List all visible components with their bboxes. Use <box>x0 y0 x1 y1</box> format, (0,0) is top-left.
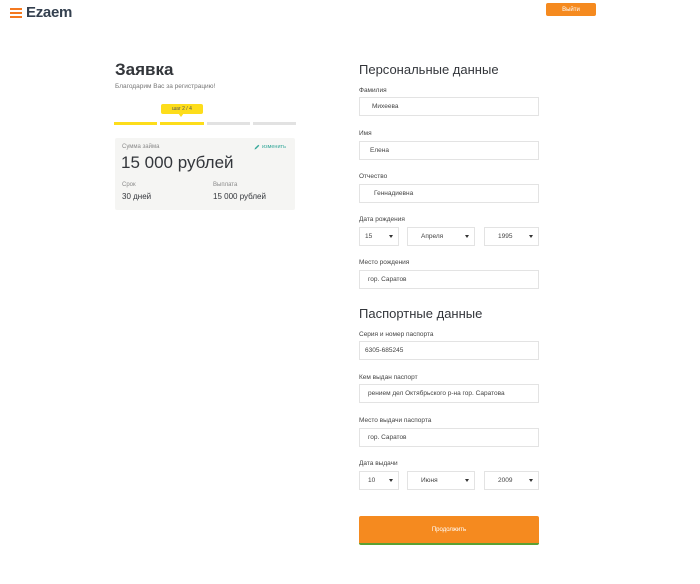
logout-button[interactable]: Выйти <box>546 3 596 16</box>
issue-year-select[interactable]: 2009 <box>484 471 539 490</box>
birth-place-field[interactable]: гор. Саратов <box>359 270 539 289</box>
passport-number-label: Серия и номер паспорта <box>359 331 434 338</box>
birth-day-value: 15 <box>365 233 373 240</box>
logo-icon <box>10 7 22 18</box>
birth-day-select[interactable]: 15 <box>359 227 399 246</box>
issued-by-label: Кем выдан паспорт <box>359 374 418 381</box>
passport-number-field[interactable]: 6305-685245 <box>359 341 539 360</box>
edit-link-label: изменить <box>262 144 286 150</box>
last-name-field[interactable]: Михеева <box>359 97 539 116</box>
passport-data-heading: Паспортные данные <box>359 306 483 321</box>
continue-button[interactable]: Продолжить <box>359 516 539 545</box>
chevron-down-icon <box>465 235 469 238</box>
birth-place-label: Место рождения <box>359 259 410 266</box>
payout-label: Выплата <box>213 182 238 188</box>
step-progress <box>114 122 296 125</box>
issue-date-label: Дата выдачи <box>359 460 398 467</box>
patronymic-field[interactable]: Геннадиевна <box>359 184 539 203</box>
personal-data-heading: Персональные данные <box>359 62 499 77</box>
chevron-down-icon <box>389 235 393 238</box>
edit-link[interactable]: изменить <box>254 144 286 150</box>
first-name-label: Имя <box>359 130 372 137</box>
passport-number-value: 6305-685245 <box>365 347 404 354</box>
payout-value: 15 000 рублей <box>213 192 266 201</box>
first-name-field[interactable]: Елена <box>359 141 539 160</box>
loan-summary-card: Сумма займа изменить 15 000 рублей Срок … <box>115 138 295 210</box>
birth-year-value: 1995 <box>498 233 513 240</box>
issue-month-select[interactable]: Июня <box>407 471 475 490</box>
chevron-down-icon <box>529 479 533 482</box>
birth-place-value: гор. Саратов <box>368 276 407 283</box>
chevron-down-icon <box>389 479 393 482</box>
last-name-value: Михеева <box>372 103 399 110</box>
chevron-down-icon <box>529 235 533 238</box>
progress-segment-1 <box>114 122 158 125</box>
patronymic-value: Геннадиевна <box>374 190 414 197</box>
page-title: Заявка <box>115 60 174 79</box>
birth-year-select[interactable]: 1995 <box>484 227 539 246</box>
term-label: Срок <box>122 182 136 188</box>
progress-segment-2 <box>160 122 204 125</box>
issue-year-value: 2009 <box>498 477 513 484</box>
step-badge-pointer <box>178 113 184 117</box>
logo[interactable]: Ezaem <box>10 4 72 21</box>
issue-month-value: Июня <box>421 477 438 484</box>
pencil-icon <box>254 144 260 150</box>
progress-segment-3 <box>206 122 250 125</box>
birth-month-value: Апреля <box>421 233 444 240</box>
birth-date-label: Дата рождения <box>359 216 405 223</box>
first-name-value: Елена <box>370 147 389 154</box>
birth-month-select[interactable]: Апреля <box>407 227 475 246</box>
issue-day-value: 10 <box>368 477 376 484</box>
issue-place-value: гор. Саратов <box>368 434 407 441</box>
progress-segment-4 <box>252 122 296 125</box>
issued-by-field[interactable]: рением дел Октябрьского р-на гор. Сарато… <box>359 384 539 403</box>
issued-by-value: рением дел Октябрьского р-на гор. Сарато… <box>368 390 505 397</box>
issue-place-label: Место выдачи паспорта <box>359 417 432 424</box>
issue-day-select[interactable]: 10 <box>359 471 399 490</box>
term-value: 30 дней <box>122 192 152 201</box>
last-name-label: Фамилия <box>359 87 387 94</box>
chevron-down-icon <box>465 479 469 482</box>
amount-label: Сумма займа <box>122 144 160 150</box>
issue-place-field[interactable]: гор. Саратов <box>359 428 539 447</box>
page-subtitle: Благодарим Вас за регистрацию! <box>115 83 216 90</box>
logo-text: Ezaem <box>26 4 73 21</box>
patronymic-label: Отчество <box>359 173 388 180</box>
loan-amount: 15 000 рублей <box>121 153 234 172</box>
